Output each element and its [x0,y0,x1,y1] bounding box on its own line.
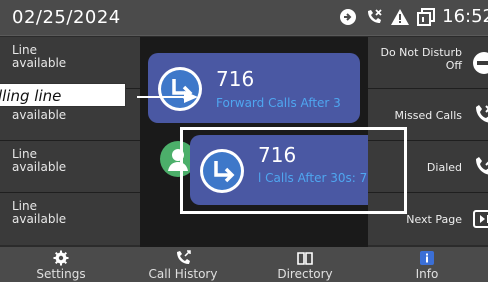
line-key-label: Line available [12,43,67,70]
status-bar: 02/25/2024 16:52 [0,0,488,36]
callout-arrow [137,96,187,98]
tab-info[interactable]: Info [366,247,488,282]
missed-call-icon [476,105,488,123]
status-icons: 16:52 [338,6,488,27]
gear-icon [53,250,69,266]
dialed-call-icon [476,157,488,175]
callout-text: lling line [0,87,62,105]
tab-call-history[interactable]: Call History [122,247,244,282]
missed-call-icon [368,8,382,23]
forward-icon [158,67,202,111]
status-date: 02/25/2024 [12,7,121,28]
highlight-frame [180,127,407,214]
status-time: 16:52 [442,6,488,27]
tab-settings[interactable]: Settings [0,247,122,282]
line-key-1[interactable]: Line available [0,37,140,89]
missed-calls-label: Missed Calls [394,109,462,122]
line-keys: Line available Line available Line avail… [0,37,140,247]
call-detail: Forward Calls After 3 [216,96,341,110]
tab-label: Call History [148,267,218,281]
call-history-icon [177,250,191,264]
next-page-icon [473,210,488,228]
next-page-label: Next Page [406,213,462,226]
dnd-key[interactable]: Do Not Disturb Off [368,37,488,89]
line-key-3[interactable]: Line available [0,141,140,193]
info-icon [420,251,434,265]
line-key-label: Line available [12,147,67,174]
book-icon [297,252,313,265]
window-icon [417,7,436,26]
tab-label: Directory [277,267,333,281]
line-key-label: Line available [12,199,67,226]
contacts-icon [340,8,357,25]
callout-label: lling line [0,83,126,107]
warning-icon [391,8,410,25]
tab-label: Settings [36,267,86,281]
dialed-label: Dialed [426,161,462,174]
call-card[interactable]: 716 Forward Calls After 3 [148,53,360,123]
dnd-icon [473,52,488,74]
dnd-label: Do Not Disturb Off [380,46,462,72]
tab-label: Info [415,267,439,281]
call-number: 716 [216,67,255,91]
line-key-4[interactable]: Line available [0,193,140,245]
callout-arrow-head [184,91,198,103]
bottom-bar: Settings Call History Directory Info [0,247,488,282]
tab-directory[interactable]: Directory [244,247,366,282]
